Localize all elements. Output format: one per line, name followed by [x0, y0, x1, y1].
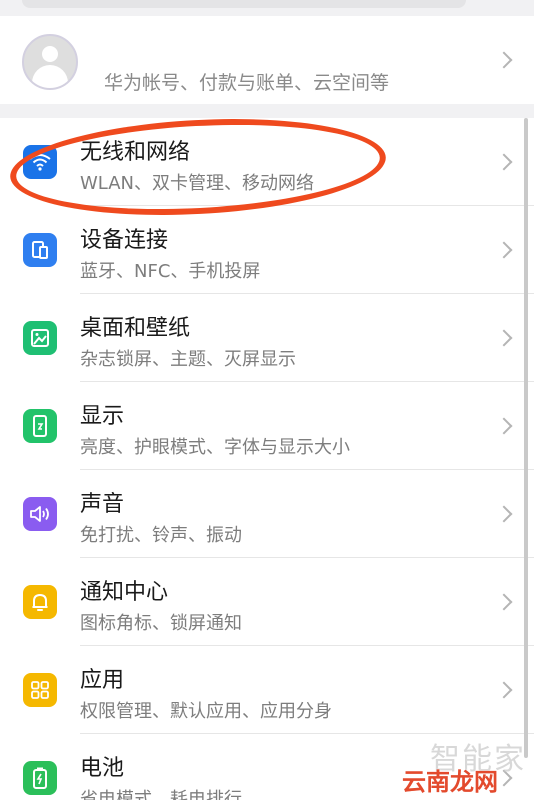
settings-item-apps[interactable]: 应用 权限管理、默认应用、应用分身: [0, 646, 534, 734]
chevron-right-icon: [495, 593, 513, 611]
chevron-right-icon: [495, 505, 513, 523]
battery-icon: [23, 761, 57, 795]
settings-item-subtitle: 杂志锁屏、主题、灭屏显示: [80, 349, 296, 370]
account-name: [104, 38, 204, 58]
settings-item-sound[interactable]: 声音 免打扰、铃声、振动: [0, 470, 534, 558]
settings-item-subtitle: 权限管理、默认应用、应用分身: [80, 701, 332, 722]
settings-item-subtitle: 免打扰、铃声、振动: [80, 525, 242, 546]
settings-item-display[interactable]: 显示 亮度、护眼模式、字体与显示大小: [0, 382, 534, 470]
settings-item-title: 应用: [80, 668, 125, 693]
settings-item-title: 声音: [80, 492, 125, 517]
settings-item-desktop-wallpaper[interactable]: 桌面和壁纸 杂志锁屏、主题、灭屏显示: [0, 294, 534, 382]
settings-item-subtitle: 亮度、护眼模式、字体与显示大小: [80, 437, 350, 458]
settings-item-subtitle: 蓝牙、NFC、手机投屏: [80, 261, 261, 282]
chevron-right-icon: [495, 153, 513, 171]
device-connection-icon: [23, 233, 57, 267]
wallpaper-icon: [23, 321, 57, 355]
chevron-right-icon: [495, 681, 513, 699]
scrollbar[interactable]: [524, 118, 528, 758]
display-icon: [23, 409, 57, 443]
chevron-right-icon: [495, 241, 513, 259]
settings-item-title: 设备连接: [80, 228, 169, 253]
apps-grid-icon: [23, 673, 57, 707]
settings-item-subtitle: 省电模式、耗电排行: [80, 789, 242, 800]
chevron-right-icon: [495, 51, 513, 69]
watermark-text: 云南龙网: [402, 768, 498, 796]
settings-item-title: 电池: [80, 756, 125, 781]
settings-item-notification-center[interactable]: 通知中心 图标角标、锁屏通知: [0, 558, 534, 646]
settings-item-device-connection[interactable]: 设备连接 蓝牙、NFC、手机投屏: [0, 206, 534, 294]
settings-item-subtitle: 图标角标、锁屏通知: [80, 613, 242, 634]
settings-item-title: 桌面和壁纸: [80, 316, 191, 341]
chevron-right-icon: [495, 417, 513, 435]
avatar: [22, 34, 78, 90]
bell-icon: [23, 585, 57, 619]
chevron-right-icon: [495, 329, 513, 347]
settings-item-title: 通知中心: [80, 580, 169, 605]
top-card-edge: [22, 0, 466, 8]
settings-item-title: 显示: [80, 404, 125, 429]
account-subtitle: 华为帐号、付款与账单、云空间等: [104, 72, 390, 94]
settings-list: 无线和网络 WLAN、双卡管理、移动网络 设备连接 蓝牙、NFC、手机投屏 桌面…: [0, 118, 534, 800]
sound-icon: [23, 497, 57, 531]
account-card[interactable]: 华为帐号、付款与账单、云空间等: [0, 16, 534, 104]
